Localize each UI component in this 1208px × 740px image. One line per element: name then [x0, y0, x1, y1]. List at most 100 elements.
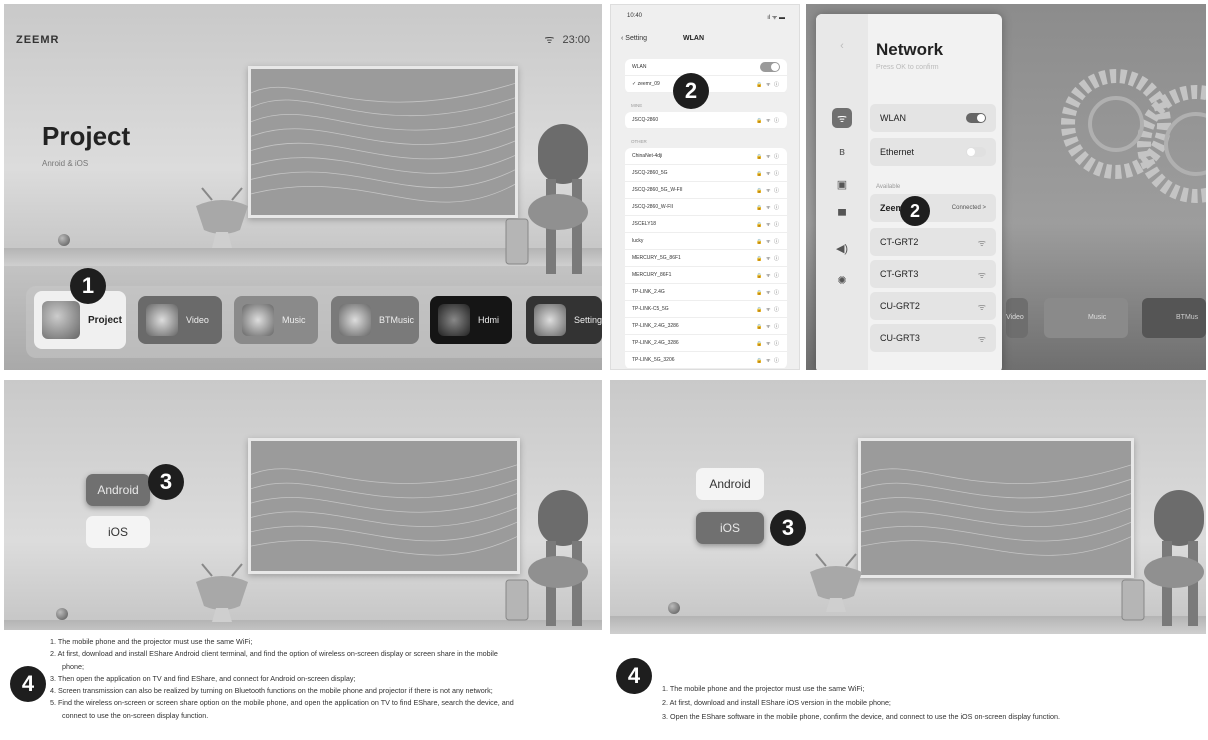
decor-ball — [668, 602, 680, 614]
network-status-icons: 🔒 ᯤ ⓘ — [756, 289, 780, 296]
network-status-icons: 🔒 ᯤ ⓘ — [756, 238, 780, 245]
display-icon[interactable]: ▣ — [832, 174, 852, 194]
back-button[interactable]: ‹ Setting — [621, 35, 647, 42]
list-item[interactable]: MERCURY_5G_86F1 🔒 ᯤ ⓘ — [625, 250, 787, 267]
status-bar: ᯤ 23:00 — [544, 32, 590, 47]
dock-item-video[interactable]: Video — [138, 296, 222, 344]
ios-button[interactable]: iOS — [86, 516, 150, 548]
phone-wlan-screen: 10:40 ıl ᯤ ▬ ‹ Setting WLAN WLAN ✓ zeemr… — [610, 4, 800, 370]
gear-icon — [534, 304, 566, 336]
network-name: CU-GRT3 — [880, 333, 920, 343]
instructions-list: 1. The mobile phone and the projector mu… — [662, 682, 1202, 724]
list-item[interactable]: TP-LINK-C5_5G 🔒 ᯤ ⓘ — [625, 301, 787, 318]
dock-item-label: Project — [88, 314, 122, 326]
dock-item-music[interactable]: Music — [234, 296, 318, 344]
hdmi-icon — [438, 304, 470, 336]
wlan-toggle[interactable] — [966, 113, 986, 123]
instruction-step: 1. The mobile phone and the projector mu… — [662, 684, 865, 693]
list-item[interactable]: JSCQ-2860_5G_W-FII 🔒 ᯤ ⓘ — [625, 182, 787, 199]
instruction-step: 4. Screen transmission can also be reali… — [50, 686, 493, 696]
network-status-icons: 🔒 ᯤ ⓘ — [756, 357, 780, 364]
ghost-dock-item: Music — [1044, 298, 1128, 338]
ghost-dock-item: BTMus — [1142, 298, 1206, 338]
network-name: TP-LINK_2.4G_3286 — [632, 340, 679, 346]
network-row[interactable]: CT-GRT2 ᯤ — [870, 228, 996, 256]
projection-screen — [248, 438, 520, 574]
list-item[interactable]: TP-LINK_2.4G_3286 🔒 ᯤ ⓘ — [625, 335, 787, 352]
list-item[interactable]: TP-LINK_2.4G_3286 🔒 ᯤ ⓘ — [625, 318, 787, 335]
back-chevron-icon[interactable]: ‹ — [832, 36, 852, 56]
clock: 23:00 — [562, 33, 590, 46]
android-button[interactable]: Android — [696, 468, 764, 500]
list-item[interactable]: JSCQ-2860_W-FII 🔒 ᯤ ⓘ — [625, 199, 787, 216]
list-item[interactable]: TP-LINK_5G_3206 🔒 ᯤ ⓘ — [625, 352, 787, 369]
bluetooth-icon[interactable]: ʙ — [832, 142, 852, 162]
list-item[interactable]: JSCQ-2860_5G 🔒 ᯤ ⓘ — [625, 165, 787, 182]
network-name: TP-LINK_2.4G_3286 — [632, 323, 679, 329]
ghost-dock: Video Music BTMus — [1006, 294, 1206, 342]
wlan-label: WLAN — [632, 64, 647, 70]
list-item[interactable]: lucky 🔒 ᯤ ⓘ — [625, 233, 787, 250]
wlan-row[interactable]: WLAN — [870, 104, 996, 132]
wlan-toggle[interactable] — [760, 62, 780, 72]
page-subtitle: Anroid & iOS — [42, 159, 89, 168]
list-item[interactable]: JSCELY18 🔒 ᯤ ⓘ — [625, 216, 787, 233]
network-row[interactable]: CT-GRT3 ᯤ — [870, 260, 996, 288]
instruction-step: 1. The mobile phone and the projector mu… — [50, 637, 253, 646]
instructions-list: 1. The mobile phone and the projector mu… — [50, 636, 598, 722]
network-row[interactable]: CU-GRT2 ᯤ — [870, 292, 996, 320]
list-item[interactable]: TP-LINK_2.4G 🔒 ᯤ ⓘ — [625, 284, 787, 301]
dock-item-label: Hdmi — [478, 315, 500, 325]
network-name: JSCQ-2860_5G_W-FII — [632, 187, 683, 193]
step-badge-4: 4 — [10, 666, 46, 702]
list-item[interactable]: MERCURY_86F1 🔒 ᯤ ⓘ — [625, 267, 787, 284]
network-row[interactable]: CU-GRT3 ᯤ — [870, 324, 996, 352]
ethernet-row[interactable]: Ethernet — [870, 138, 996, 166]
network-name: CT-GRT3 — [880, 269, 919, 279]
list-item[interactable]: ChinaNet-4dji 🔒 ᯤ ⓘ — [625, 148, 787, 165]
volume-icon[interactable]: ◀) — [832, 238, 852, 258]
wifi-signal-icon: ᯤ — [977, 237, 986, 248]
connected-network-row[interactable]: Zeemr Connected > — [870, 194, 996, 222]
instruction-step: connect to use the on-screen display fun… — [62, 710, 209, 720]
dock-item-hdmi[interactable]: Hdmi — [430, 296, 512, 344]
projector-icon[interactable]: ▀ — [832, 206, 852, 226]
list-item[interactable]: JSCQ-2860 🔒 ᯤ ⓘ — [625, 112, 787, 129]
dock-item-btmusic[interactable]: BTMusic — [331, 296, 419, 344]
network-name: lucky — [632, 238, 644, 244]
connected-network-name: zeemr_09 — [637, 81, 660, 87]
music-note-icon — [242, 304, 274, 336]
network-name: TP-LINK-C5_5G — [632, 306, 669, 312]
speaker-icon — [339, 304, 371, 336]
ethernet-toggle[interactable] — [966, 147, 986, 157]
decor-ball — [56, 608, 68, 620]
dock-item-setting[interactable]: Setting — [526, 296, 602, 344]
projector-illustration — [196, 187, 248, 248]
step-badge-1: 1 — [70, 268, 106, 304]
connected-status: Connected > — [951, 205, 986, 211]
network-name: TP-LINK_2.4G — [632, 289, 665, 295]
available-label: Available — [876, 184, 901, 190]
wifi-icon[interactable]: ᯤ — [832, 108, 852, 128]
network-name: CU-GRT2 — [880, 301, 920, 311]
gear-icon[interactable]: ✺ — [832, 270, 852, 290]
phone-time: 10:40 — [627, 13, 643, 19]
network-name: MERCURY_5G_86F1 — [632, 255, 681, 261]
wlan-toggle-row[interactable]: WLAN — [625, 59, 787, 76]
chair-illustration — [505, 490, 588, 626]
android-button[interactable]: Android — [86, 474, 150, 506]
network-name: ChinaNet-4dji — [632, 153, 663, 159]
ios-button[interactable]: iOS — [696, 512, 764, 544]
step-badge-3: 3 — [770, 510, 806, 546]
network-status-icons: 🔒 ᯤ ⓘ — [756, 255, 780, 262]
network-name: TP-LINK_5G_3206 — [632, 357, 675, 363]
play-icon — [146, 304, 178, 336]
page-title: Network — [876, 40, 944, 59]
step-badge-2: 2 — [900, 196, 930, 226]
network-status-icons: 🔒 ᯤ ⓘ — [756, 323, 780, 330]
instruction-step: 3. Then open the application on TV and f… — [50, 673, 356, 683]
projector-illustration — [810, 553, 862, 612]
ghost-dock-item: Video — [1006, 298, 1028, 338]
phone-page-title: WLAN — [683, 35, 704, 42]
step-badge-4: 4 — [616, 658, 652, 694]
